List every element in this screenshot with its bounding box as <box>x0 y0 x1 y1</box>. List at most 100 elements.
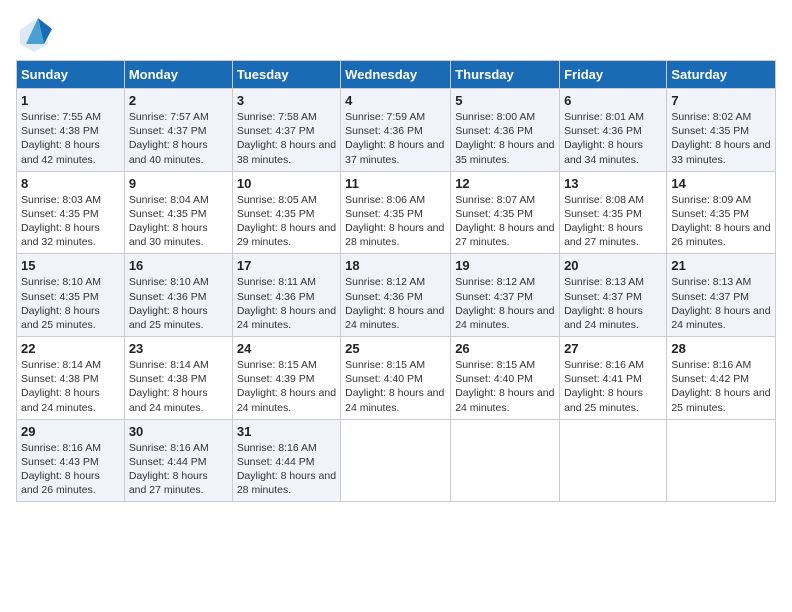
calendar-week-row: 1 Sunrise: 7:55 AMSunset: 4:38 PMDayligh… <box>17 89 776 172</box>
calendar-cell: 29 Sunrise: 8:16 AMSunset: 4:43 PMDaylig… <box>17 419 125 502</box>
day-info: Sunrise: 8:12 AMSunset: 4:36 PMDaylight:… <box>345 275 446 332</box>
day-info: Sunrise: 8:14 AMSunset: 4:38 PMDaylight:… <box>21 358 120 415</box>
day-info: Sunrise: 8:16 AMSunset: 4:44 PMDaylight:… <box>129 441 228 498</box>
calendar-cell: 17 Sunrise: 8:11 AMSunset: 4:36 PMDaylig… <box>232 254 340 337</box>
weekday-header: Thursday <box>451 61 560 89</box>
day-number: 1 <box>21 93 120 108</box>
calendar-cell: 14 Sunrise: 8:09 AMSunset: 4:35 PMDaylig… <box>667 171 776 254</box>
day-info: Sunrise: 8:10 AMSunset: 4:36 PMDaylight:… <box>129 275 228 332</box>
calendar-cell: 25 Sunrise: 8:15 AMSunset: 4:40 PMDaylig… <box>341 337 451 420</box>
calendar-cell: 18 Sunrise: 8:12 AMSunset: 4:36 PMDaylig… <box>341 254 451 337</box>
day-info: Sunrise: 8:01 AMSunset: 4:36 PMDaylight:… <box>564 110 662 167</box>
calendar-cell: 31 Sunrise: 8:16 AMSunset: 4:44 PMDaylig… <box>232 419 340 502</box>
day-number: 26 <box>455 341 555 356</box>
day-info: Sunrise: 7:58 AMSunset: 4:37 PMDaylight:… <box>237 110 336 167</box>
day-number: 5 <box>455 93 555 108</box>
calendar-week-row: 15 Sunrise: 8:10 AMSunset: 4:35 PMDaylig… <box>17 254 776 337</box>
day-info: Sunrise: 8:08 AMSunset: 4:35 PMDaylight:… <box>564 193 662 250</box>
day-info: Sunrise: 8:11 AMSunset: 4:36 PMDaylight:… <box>237 275 336 332</box>
calendar-cell: 4 Sunrise: 7:59 AMSunset: 4:36 PMDayligh… <box>341 89 451 172</box>
day-number: 23 <box>129 341 228 356</box>
day-number: 10 <box>237 176 336 191</box>
weekday-header: Sunday <box>17 61 125 89</box>
calendar-cell: 3 Sunrise: 7:58 AMSunset: 4:37 PMDayligh… <box>232 89 340 172</box>
calendar-cell: 2 Sunrise: 7:57 AMSunset: 4:37 PMDayligh… <box>124 89 232 172</box>
logo <box>16 16 56 52</box>
day-info: Sunrise: 8:15 AMSunset: 4:40 PMDaylight:… <box>455 358 555 415</box>
weekday-header: Wednesday <box>341 61 451 89</box>
day-number: 30 <box>129 424 228 439</box>
day-info: Sunrise: 8:09 AMSunset: 4:35 PMDaylight:… <box>671 193 771 250</box>
day-info: Sunrise: 8:16 AMSunset: 4:42 PMDaylight:… <box>671 358 771 415</box>
calendar-cell: 6 Sunrise: 8:01 AMSunset: 4:36 PMDayligh… <box>560 89 667 172</box>
weekday-header: Tuesday <box>232 61 340 89</box>
day-number: 16 <box>129 258 228 273</box>
day-number: 24 <box>237 341 336 356</box>
day-number: 4 <box>345 93 446 108</box>
calendar-cell: 19 Sunrise: 8:12 AMSunset: 4:37 PMDaylig… <box>451 254 560 337</box>
calendar-week-row: 22 Sunrise: 8:14 AMSunset: 4:38 PMDaylig… <box>17 337 776 420</box>
day-number: 12 <box>455 176 555 191</box>
day-number: 15 <box>21 258 120 273</box>
calendar-cell: 26 Sunrise: 8:15 AMSunset: 4:40 PMDaylig… <box>451 337 560 420</box>
calendar-cell: 11 Sunrise: 8:06 AMSunset: 4:35 PMDaylig… <box>341 171 451 254</box>
calendar-week-row: 8 Sunrise: 8:03 AMSunset: 4:35 PMDayligh… <box>17 171 776 254</box>
calendar-cell: 24 Sunrise: 8:15 AMSunset: 4:39 PMDaylig… <box>232 337 340 420</box>
calendar-cell: 28 Sunrise: 8:16 AMSunset: 4:42 PMDaylig… <box>667 337 776 420</box>
day-number: 29 <box>21 424 120 439</box>
day-number: 18 <box>345 258 446 273</box>
calendar-cell: 20 Sunrise: 8:13 AMSunset: 4:37 PMDaylig… <box>560 254 667 337</box>
calendar-cell: 30 Sunrise: 8:16 AMSunset: 4:44 PMDaylig… <box>124 419 232 502</box>
day-number: 11 <box>345 176 446 191</box>
calendar-cell: 9 Sunrise: 8:04 AMSunset: 4:35 PMDayligh… <box>124 171 232 254</box>
day-number: 31 <box>237 424 336 439</box>
day-info: Sunrise: 8:07 AMSunset: 4:35 PMDaylight:… <box>455 193 555 250</box>
day-number: 22 <box>21 341 120 356</box>
day-number: 7 <box>671 93 771 108</box>
calendar-table: SundayMondayTuesdayWednesdayThursdayFrid… <box>16 60 776 502</box>
calendar-cell: 8 Sunrise: 8:03 AMSunset: 4:35 PMDayligh… <box>17 171 125 254</box>
day-info: Sunrise: 8:15 AMSunset: 4:40 PMDaylight:… <box>345 358 446 415</box>
day-number: 20 <box>564 258 662 273</box>
day-info: Sunrise: 7:59 AMSunset: 4:36 PMDaylight:… <box>345 110 446 167</box>
day-info: Sunrise: 8:13 AMSunset: 4:37 PMDaylight:… <box>564 275 662 332</box>
calendar-cell: 1 Sunrise: 7:55 AMSunset: 4:38 PMDayligh… <box>17 89 125 172</box>
weekday-header: Monday <box>124 61 232 89</box>
day-number: 19 <box>455 258 555 273</box>
calendar-cell <box>667 419 776 502</box>
day-number: 2 <box>129 93 228 108</box>
calendar-cell: 15 Sunrise: 8:10 AMSunset: 4:35 PMDaylig… <box>17 254 125 337</box>
calendar-cell: 13 Sunrise: 8:08 AMSunset: 4:35 PMDaylig… <box>560 171 667 254</box>
weekday-header-row: SundayMondayTuesdayWednesdayThursdayFrid… <box>17 61 776 89</box>
day-number: 6 <box>564 93 662 108</box>
day-info: Sunrise: 8:15 AMSunset: 4:39 PMDaylight:… <box>237 358 336 415</box>
day-info: Sunrise: 8:16 AMSunset: 4:41 PMDaylight:… <box>564 358 662 415</box>
page-header <box>16 16 776 52</box>
day-info: Sunrise: 8:16 AMSunset: 4:43 PMDaylight:… <box>21 441 120 498</box>
calendar-cell: 27 Sunrise: 8:16 AMSunset: 4:41 PMDaylig… <box>560 337 667 420</box>
day-number: 17 <box>237 258 336 273</box>
weekday-header: Friday <box>560 61 667 89</box>
day-number: 3 <box>237 93 336 108</box>
day-info: Sunrise: 8:04 AMSunset: 4:35 PMDaylight:… <box>129 193 228 250</box>
day-number: 21 <box>671 258 771 273</box>
day-info: Sunrise: 8:03 AMSunset: 4:35 PMDaylight:… <box>21 193 120 250</box>
weekday-header: Saturday <box>667 61 776 89</box>
day-info: Sunrise: 7:57 AMSunset: 4:37 PMDaylight:… <box>129 110 228 167</box>
calendar-cell <box>341 419 451 502</box>
calendar-cell: 10 Sunrise: 8:05 AMSunset: 4:35 PMDaylig… <box>232 171 340 254</box>
day-info: Sunrise: 7:55 AMSunset: 4:38 PMDaylight:… <box>21 110 120 167</box>
calendar-cell: 21 Sunrise: 8:13 AMSunset: 4:37 PMDaylig… <box>667 254 776 337</box>
calendar-cell: 12 Sunrise: 8:07 AMSunset: 4:35 PMDaylig… <box>451 171 560 254</box>
calendar-cell <box>451 419 560 502</box>
day-info: Sunrise: 8:02 AMSunset: 4:35 PMDaylight:… <box>671 110 771 167</box>
day-info: Sunrise: 8:13 AMSunset: 4:37 PMDaylight:… <box>671 275 771 332</box>
calendar-cell: 7 Sunrise: 8:02 AMSunset: 4:35 PMDayligh… <box>667 89 776 172</box>
day-info: Sunrise: 8:05 AMSunset: 4:35 PMDaylight:… <box>237 193 336 250</box>
calendar-cell: 23 Sunrise: 8:14 AMSunset: 4:38 PMDaylig… <box>124 337 232 420</box>
day-number: 8 <box>21 176 120 191</box>
day-info: Sunrise: 8:16 AMSunset: 4:44 PMDaylight:… <box>237 441 336 498</box>
day-number: 14 <box>671 176 771 191</box>
calendar-cell <box>560 419 667 502</box>
day-number: 25 <box>345 341 446 356</box>
